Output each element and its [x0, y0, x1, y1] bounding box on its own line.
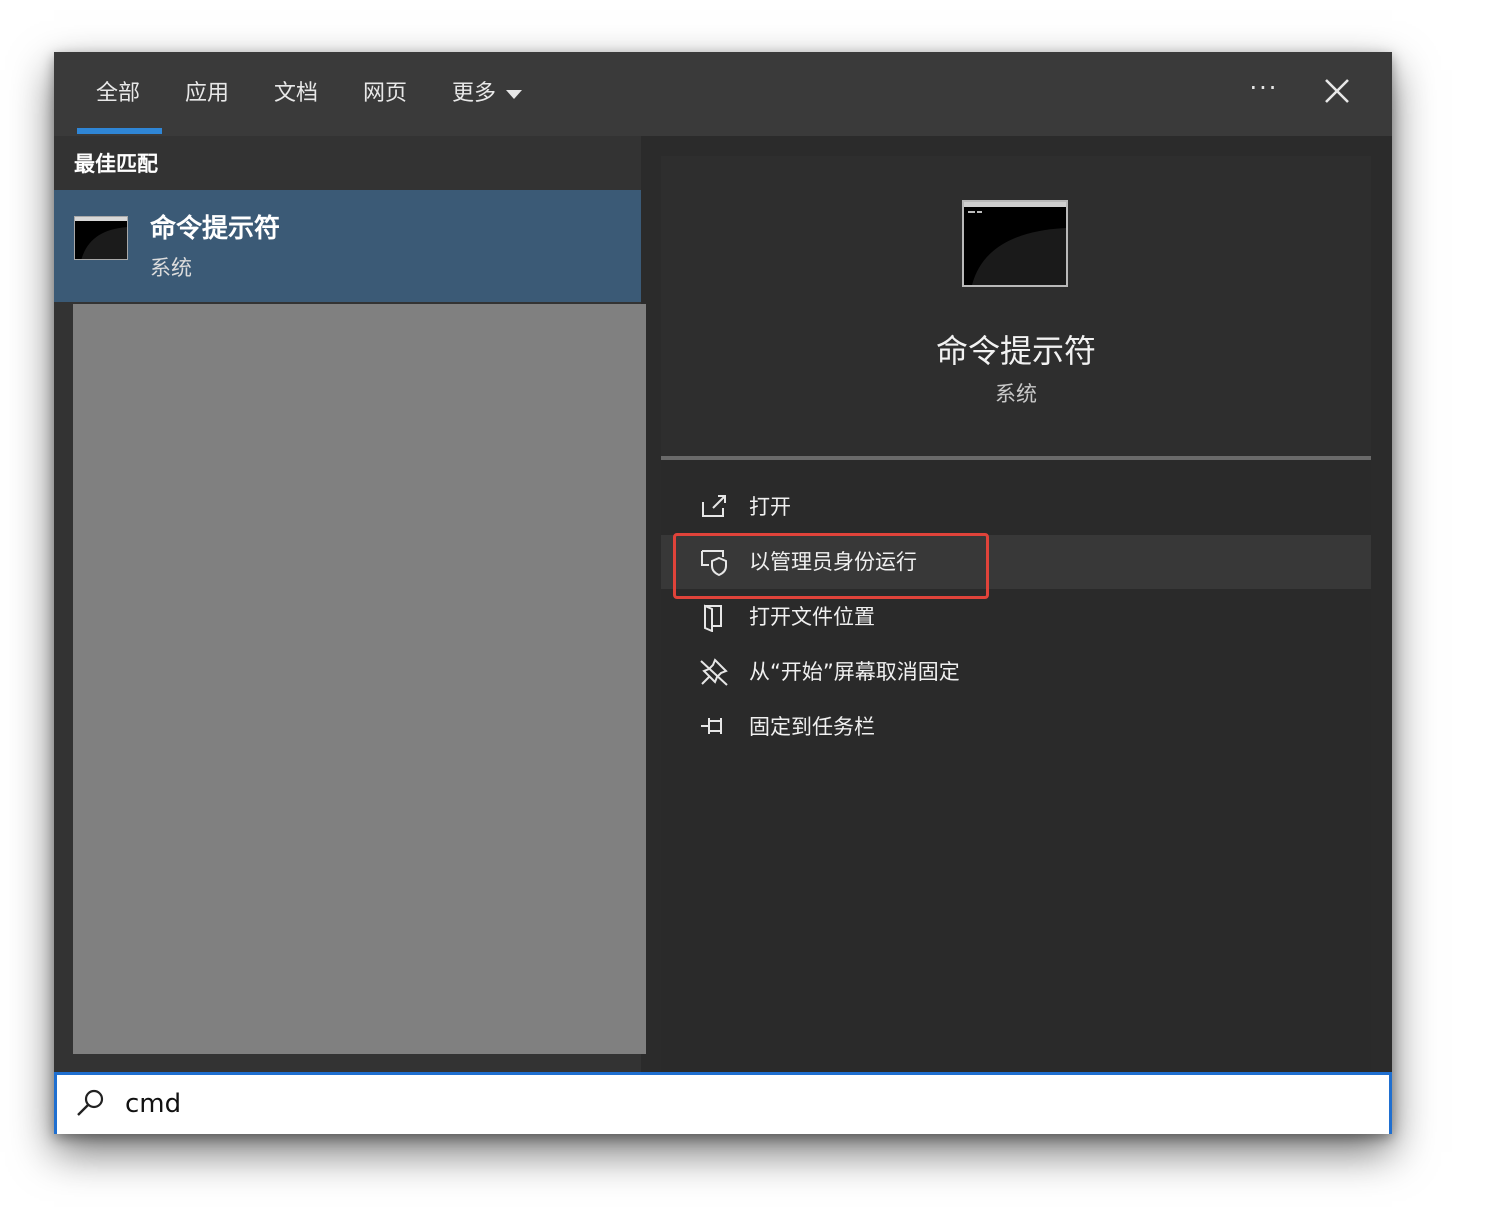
pin-icon: [701, 718, 722, 734]
divider: [661, 456, 1371, 460]
command-prompt-large-icon: [962, 200, 1068, 287]
tab-web[interactable]: 网页: [363, 74, 407, 114]
redacted-area: [73, 304, 646, 1054]
file-location-icon: [704, 604, 722, 632]
search-icon: [77, 1089, 104, 1116]
preview-title: 命令提示符: [935, 332, 1096, 370]
close-button[interactable]: [1316, 70, 1358, 112]
annotation-highlight-box: [673, 533, 989, 599]
app-preview: 命令提示符 系统: [661, 156, 1371, 456]
search-window: 全部 应用 文档 网页 更多 ··· 最佳匹配 命令提示符 系统 命令提示符 系…: [54, 52, 1392, 1134]
action-pin-to-taskbar[interactable]: 固定到任务栏: [661, 700, 1371, 754]
chevron-down-icon: [506, 89, 523, 99]
tab-bar: 全部 应用 文档 网页 更多 ···: [54, 52, 1392, 136]
best-match-heading: 最佳匹配: [74, 152, 158, 176]
tab-documents[interactable]: 文档: [274, 74, 318, 114]
preview-subtitle: 系统: [995, 382, 1037, 406]
ellipsis-icon: ···: [1249, 74, 1279, 102]
action-unpin-from-start-label: 从“开始”屏幕取消固定: [749, 660, 960, 684]
tab-more-label: 更多: [452, 81, 497, 106]
search-input[interactable]: [123, 1081, 1327, 1127]
action-unpin-from-start[interactable]: 从“开始”屏幕取消固定: [661, 645, 1371, 699]
tab-all[interactable]: 全部: [96, 74, 140, 114]
detail-panel: 命令提示符 系统 打开 以管理员身份运行 打开文件位置 从“开始”屏幕取消固定 …: [661, 156, 1371, 1072]
open-icon: [702, 495, 726, 517]
best-match-result[interactable]: 命令提示符 系统: [54, 190, 641, 302]
action-open-label: 打开: [749, 495, 791, 519]
close-icon: [1325, 79, 1349, 103]
best-match-title: 命令提示符: [150, 214, 281, 244]
best-match-subtitle: 系统: [150, 256, 192, 280]
action-open[interactable]: 打开: [661, 480, 1371, 534]
active-tab-indicator: [77, 128, 162, 134]
command-prompt-icon: [74, 216, 128, 260]
unpin-icon: [700, 658, 728, 686]
more-options-button[interactable]: ···: [1240, 70, 1288, 110]
search-bar[interactable]: [54, 1072, 1392, 1134]
action-pin-to-taskbar-label: 固定到任务栏: [749, 715, 875, 739]
tab-apps[interactable]: 应用: [185, 74, 229, 114]
tab-more[interactable]: 更多: [452, 74, 523, 114]
